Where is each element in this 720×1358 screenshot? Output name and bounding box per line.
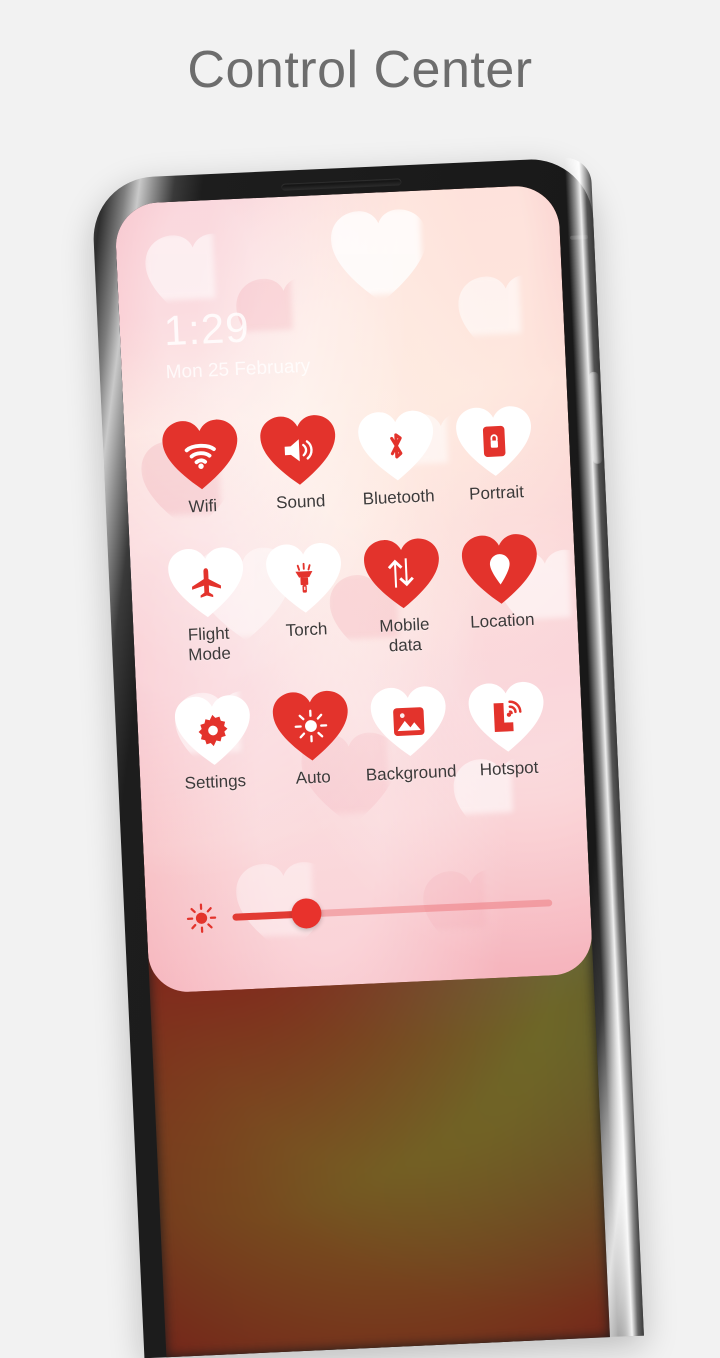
heart-background bbox=[368, 684, 449, 759]
quick-toggle-label: Background bbox=[365, 762, 457, 786]
location-pin-icon bbox=[482, 552, 518, 588]
quick-toggle-flight-mode[interactable]: FlightMode bbox=[156, 545, 259, 667]
brightness-slider[interactable] bbox=[232, 889, 553, 929]
quick-toggle-location[interactable]: Location bbox=[449, 531, 552, 653]
quick-toggle-label: Location bbox=[470, 610, 535, 633]
hotspot-icon bbox=[489, 700, 525, 736]
quick-toggle-background[interactable]: Background bbox=[358, 684, 460, 786]
quick-toggle-label: Mobiledata bbox=[379, 615, 431, 657]
phone-screen: 1:29 Mon 25 February Wifi Sound Bluetoot… bbox=[114, 184, 610, 1357]
torch-icon bbox=[286, 560, 322, 596]
heart-background bbox=[166, 545, 247, 620]
clock-time: 1:29 bbox=[163, 304, 309, 353]
quick-toggle-label: FlightMode bbox=[187, 624, 231, 666]
mobile-data-icon bbox=[384, 556, 420, 592]
heart-background bbox=[459, 532, 540, 607]
phone-mockup: 1:29 Mon 25 February Wifi Sound Bluetoot… bbox=[91, 157, 644, 1358]
lockscreen-clock: 1:29 Mon 25 February bbox=[163, 304, 311, 384]
quick-toggle-label: Torch bbox=[285, 619, 327, 641]
control-center-panel: 1:29 Mon 25 February Wifi Sound Bluetoot… bbox=[114, 184, 593, 993]
airplane-icon bbox=[189, 565, 225, 601]
brightness-auto-icon bbox=[293, 708, 329, 744]
quick-toggle-label: Sound bbox=[276, 491, 326, 513]
image-icon bbox=[391, 704, 427, 740]
heart-background bbox=[160, 417, 241, 492]
quick-toggle-label: Wifi bbox=[188, 496, 217, 517]
quick-toggle-label: Auto bbox=[295, 767, 331, 789]
quick-toggle-label: Portrait bbox=[469, 482, 525, 505]
heart-background bbox=[172, 693, 253, 768]
earpiece-speaker bbox=[281, 178, 401, 190]
quick-toggle-bluetooth[interactable]: Bluetooth bbox=[346, 408, 448, 510]
brightness-slider-row bbox=[186, 887, 553, 934]
sound-icon bbox=[281, 433, 317, 469]
bluetooth-icon bbox=[379, 428, 415, 464]
heart-background bbox=[270, 688, 351, 763]
quick-toggle-torch[interactable]: Torch bbox=[254, 540, 357, 662]
heart-background bbox=[258, 413, 339, 488]
quick-toggle-wifi[interactable]: Wifi bbox=[150, 417, 252, 519]
quick-toggle-hotspot[interactable]: Hotspot bbox=[456, 679, 558, 781]
clock-date: Mon 25 February bbox=[165, 356, 311, 385]
heart-background bbox=[454, 404, 535, 479]
slider-thumb[interactable] bbox=[290, 898, 321, 929]
heart-background bbox=[264, 541, 345, 616]
quick-toggle-auto[interactable]: Auto bbox=[260, 688, 362, 790]
antenna-seam bbox=[570, 235, 588, 240]
quick-toggle-label: Hotspot bbox=[479, 758, 538, 781]
quick-toggle-sound[interactable]: Sound bbox=[248, 412, 350, 514]
quick-toggle-label: Bluetooth bbox=[362, 486, 435, 509]
wifi-icon bbox=[183, 437, 219, 473]
quick-toggle-settings[interactable]: Settings bbox=[162, 692, 264, 794]
quick-settings-grid: Wifi Sound Bluetooth Portrait FlightMode bbox=[150, 403, 559, 795]
gear-icon bbox=[195, 713, 231, 749]
quick-toggle-label: Settings bbox=[184, 771, 246, 794]
quick-toggle-mobile-data[interactable]: Mobiledata bbox=[352, 536, 455, 658]
heart-background bbox=[466, 680, 547, 755]
sun-icon bbox=[186, 903, 217, 934]
portrait-lock-icon bbox=[476, 424, 512, 460]
heart-background bbox=[356, 408, 437, 483]
power-button[interactable] bbox=[589, 372, 602, 464]
heart-background bbox=[362, 536, 443, 611]
page-title: Control Center bbox=[0, 40, 720, 100]
quick-toggle-portrait[interactable]: Portrait bbox=[444, 403, 546, 505]
